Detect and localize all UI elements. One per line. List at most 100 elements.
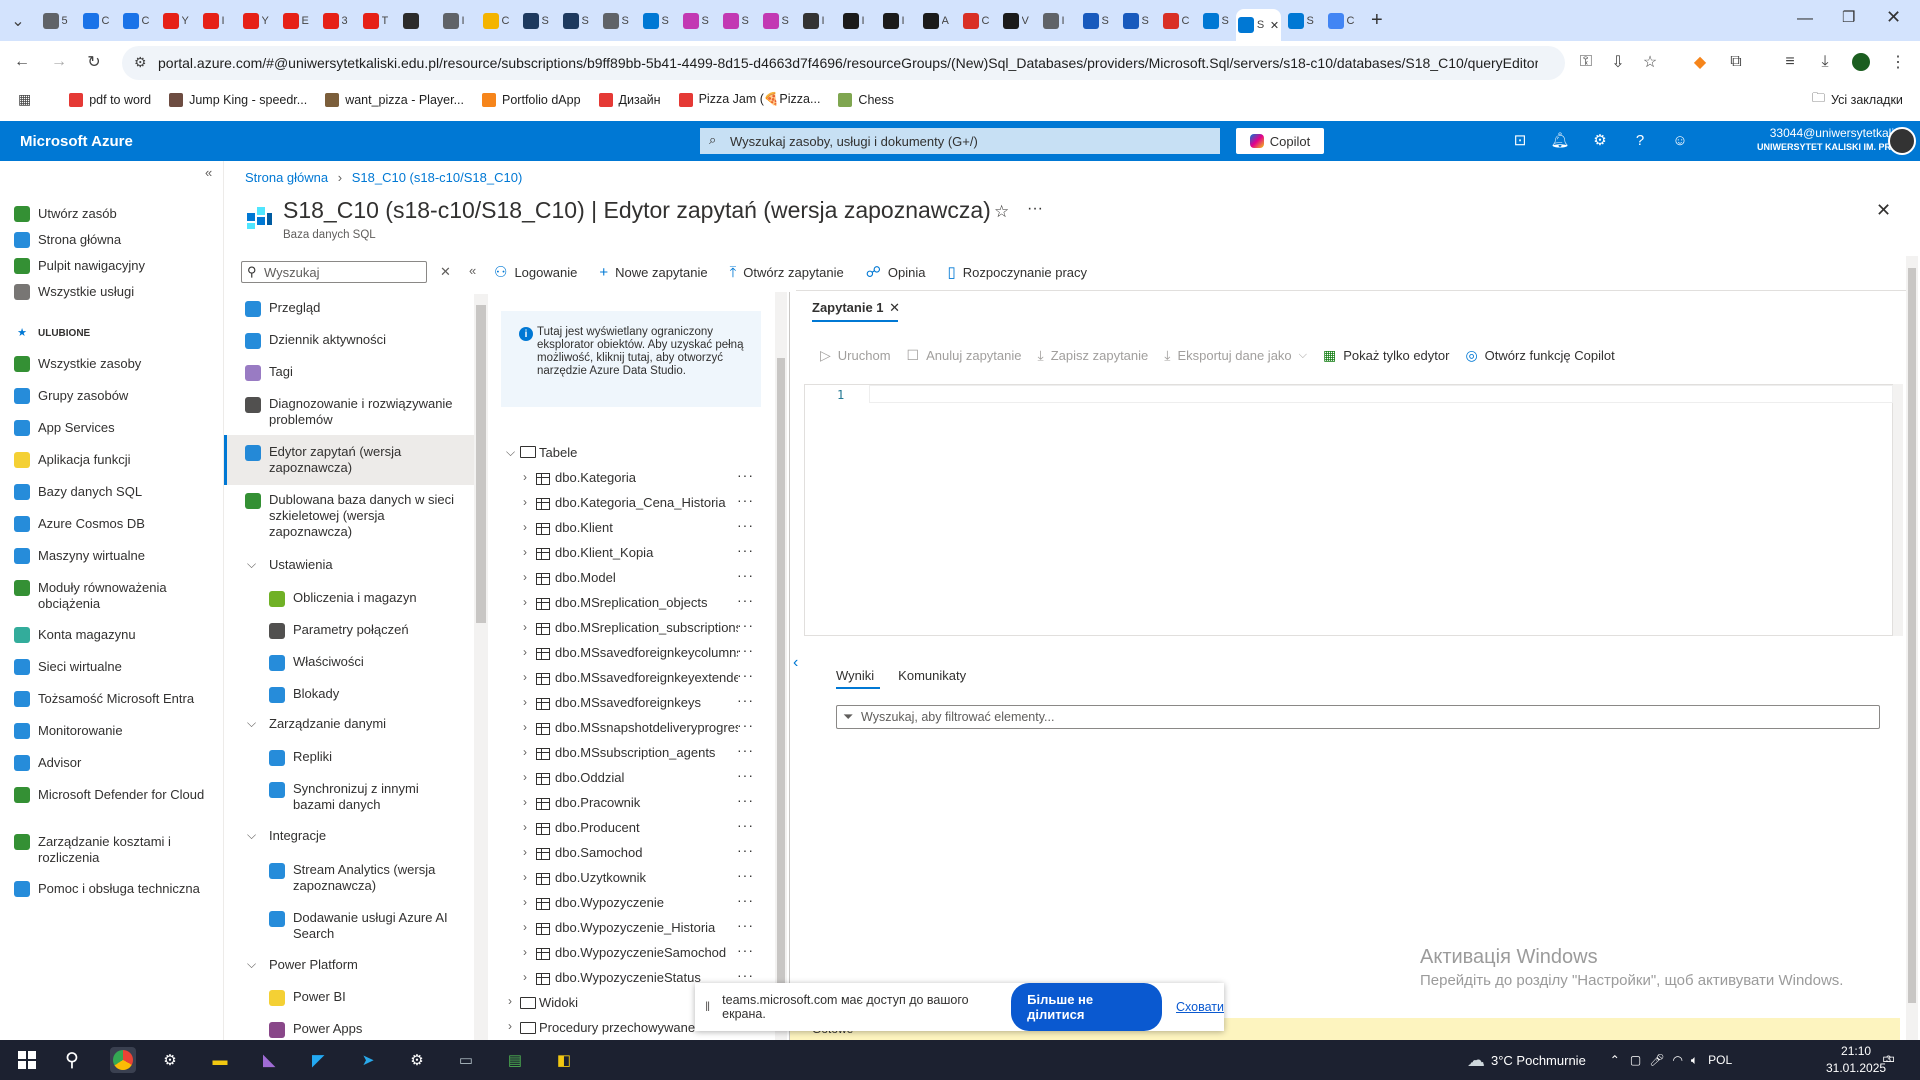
table-node[interactable]: dbo.Samochod xyxy=(555,845,738,860)
resource-menu-item[interactable]: Dublowana baza danych w sieci szkieletow… xyxy=(269,492,459,540)
section-chevron-icon[interactable]: ⌵ xyxy=(247,557,256,572)
page-scroll-thumb[interactable] xyxy=(1908,268,1916,1003)
browser-tab[interactable]: S xyxy=(1196,5,1236,37)
table-more-icon[interactable]: ··· xyxy=(737,667,754,683)
browser-tab[interactable]: I xyxy=(196,5,236,37)
table-expand-chevron-icon[interactable]: › xyxy=(523,795,527,809)
nav-item-20[interactable]: Zarządzanie kosztami i rozliczenia xyxy=(14,834,214,866)
table-expand-chevron-icon[interactable]: › xyxy=(523,845,527,859)
account-menu[interactable]: 33044@uniwersytetkalis... UNIWERSYTET KA… xyxy=(1720,126,1910,154)
table-node[interactable]: dbo.Oddzial xyxy=(555,770,738,785)
resource-menu-section[interactable]: Integracje xyxy=(269,828,326,843)
browser-menu-icon[interactable]: ⋮ xyxy=(1888,52,1908,72)
resource-menu-subitem[interactable]: Obliczenia i magazyn xyxy=(293,590,463,606)
resource-menu-section[interactable]: Zarządzanie danymi xyxy=(269,716,386,731)
table-expand-chevron-icon[interactable]: › xyxy=(523,645,527,659)
close-tab-icon[interactable]: ✕ xyxy=(1270,19,1279,32)
network-icon[interactable]: ◠ xyxy=(1672,1053,1682,1067)
bookmark-item[interactable]: Portfolio dApp xyxy=(482,92,581,107)
visual-studio-icon[interactable]: ◣ xyxy=(256,1047,282,1073)
nav-item-3[interactable]: Pulpit nawigacyjny xyxy=(14,258,214,274)
table-node[interactable]: dbo.MSreplication_objects xyxy=(555,595,738,610)
microphone-icon[interactable]: 🎤︎ xyxy=(1649,1053,1664,1067)
nav-item-7[interactable]: Grupy zasobów xyxy=(14,388,214,404)
table-more-icon[interactable]: ··· xyxy=(737,592,754,608)
table-more-icon[interactable]: ··· xyxy=(737,792,754,808)
browser-tab[interactable]: V xyxy=(996,5,1036,37)
explorer-scroll-thumb[interactable] xyxy=(777,358,785,983)
copilot-button[interactable]: Copilot xyxy=(1236,128,1324,154)
nav-item-11[interactable]: Azure Cosmos DB xyxy=(14,516,214,532)
section-chevron-icon[interactable]: ⌵ xyxy=(247,716,256,731)
collapse-nav-icon[interactable]: « xyxy=(205,165,212,180)
table-node[interactable]: dbo.WypozyczenieSamochod xyxy=(555,945,738,960)
nav-item-16[interactable]: Tożsamość Microsoft Entra xyxy=(14,691,214,707)
volume-icon[interactable]: 🔈︎ xyxy=(1691,1053,1698,1068)
table-expand-chevron-icon[interactable]: › xyxy=(523,470,527,484)
tab-query-1[interactable]: Zapytanie 1 ✕ xyxy=(812,300,900,316)
resource-menu-section[interactable]: Ustawienia xyxy=(269,557,333,572)
nav-item-13[interactable]: Moduły równoważenia obciążenia xyxy=(14,580,214,612)
procs-expand-chevron-icon[interactable]: › xyxy=(508,1019,512,1033)
tables-expand-chevron-icon[interactable]: ⌵ xyxy=(506,445,515,460)
task-manager-icon[interactable]: ▤ xyxy=(502,1047,528,1073)
close-window-icon[interactable]: ✕ xyxy=(1886,7,1901,28)
bookmark-item[interactable]: Pizza Jam (🍕Pizza... xyxy=(678,92,820,107)
toolbar-download[interactable]: ⤓ Zapisz zapytanie xyxy=(1038,347,1149,364)
command-book[interactable]: ▯ Rozpoczynanie pracy xyxy=(947,263,1087,281)
browser-tab[interactable]: S xyxy=(676,5,716,37)
table-expand-chevron-icon[interactable]: › xyxy=(523,745,527,759)
resource-menu-subitem[interactable]: Repliki xyxy=(293,749,463,765)
results-tab-2[interactable]: Komunikaty xyxy=(898,668,966,683)
nav-item-8[interactable]: App Services xyxy=(14,420,214,436)
close-blade-icon[interactable]: ✕ xyxy=(1876,200,1891,221)
toolbar-copilot[interactable]: ◎ Otwórz funkcję Copilot xyxy=(1465,347,1614,364)
nav-item-12[interactable]: Maszyny wirtualne xyxy=(14,548,214,564)
nav-item-18[interactable]: Advisor xyxy=(14,755,214,771)
vscode-icon[interactable]: ◤ xyxy=(305,1047,331,1073)
browser-tab[interactable]: C xyxy=(76,5,116,37)
browser-tab[interactable]: S xyxy=(1076,5,1116,37)
profile-avatar[interactable] xyxy=(1851,52,1871,72)
browser-tab[interactable]: S xyxy=(556,5,596,37)
table-more-icon[interactable]: ··· xyxy=(737,967,754,983)
more-actions-icon[interactable]: ··· xyxy=(1027,200,1043,218)
bookmark-star-icon[interactable]: ☆ xyxy=(1640,52,1660,72)
browser-tab[interactable] xyxy=(396,5,436,37)
table-more-icon[interactable]: ··· xyxy=(737,892,754,908)
nav-item-2[interactable]: Strona główna xyxy=(14,232,214,248)
results-filter-input[interactable]: ⏷ Wyszukaj, aby filtrować elementy... xyxy=(836,705,1880,729)
table-expand-chevron-icon[interactable]: › xyxy=(523,970,527,984)
resource-menu-item[interactable]: Tagi xyxy=(269,364,459,380)
password-key-icon[interactable]: ⚿ xyxy=(1576,52,1596,72)
language-indicator[interactable]: POL xyxy=(1708,1053,1732,1067)
table-node[interactable]: dbo.Klient_Kopia xyxy=(555,545,738,560)
browser-tab[interactable]: T xyxy=(356,5,396,37)
table-more-icon[interactable]: ··· xyxy=(737,767,754,783)
command-plus[interactable]: + Nowe zapytanie xyxy=(599,264,707,281)
table-more-icon[interactable]: ··· xyxy=(737,842,754,858)
table-expand-chevron-icon[interactable]: › xyxy=(523,570,527,584)
table-more-icon[interactable]: ··· xyxy=(737,717,754,733)
browser-tab[interactable]: A xyxy=(916,5,956,37)
apps-grid-icon[interactable]: ▦ xyxy=(18,91,31,108)
command-person[interactable]: ⚇ Logowanie xyxy=(494,263,577,281)
browser-tab[interactable]: I xyxy=(1036,5,1076,37)
restore-icon[interactable]: ❐ xyxy=(1842,8,1855,26)
favorite-star-icon[interactable]: ☆ xyxy=(994,202,1009,222)
table-node[interactable]: dbo.MSsavedforeignkeyextended xyxy=(555,670,738,685)
resource-menu-item[interactable]: Przegląd xyxy=(269,300,459,316)
table-expand-chevron-icon[interactable]: › xyxy=(523,720,527,734)
browser-tab[interactable]: C xyxy=(476,5,516,37)
table-expand-chevron-icon[interactable]: › xyxy=(523,545,527,559)
browser-tab[interactable]: Y xyxy=(156,5,196,37)
resource-menu-subitem[interactable]: Dodawanie usługi Azure AI Search xyxy=(293,910,463,942)
notifications-bell-icon[interactable]: 🔔︎ xyxy=(1550,130,1570,150)
file-explorer-icon[interactable]: ▬ xyxy=(207,1047,233,1073)
table-more-icon[interactable]: ··· xyxy=(737,942,754,958)
extensions-icon[interactable]: ⧉ xyxy=(1726,52,1746,72)
app-taskbar-icon[interactable]: ▭ xyxy=(453,1047,479,1073)
resource-menu-subitem[interactable]: Power BI xyxy=(293,989,463,1005)
editor-scrollbar[interactable] xyxy=(1893,384,1903,636)
back-icon[interactable]: ← xyxy=(12,52,32,72)
